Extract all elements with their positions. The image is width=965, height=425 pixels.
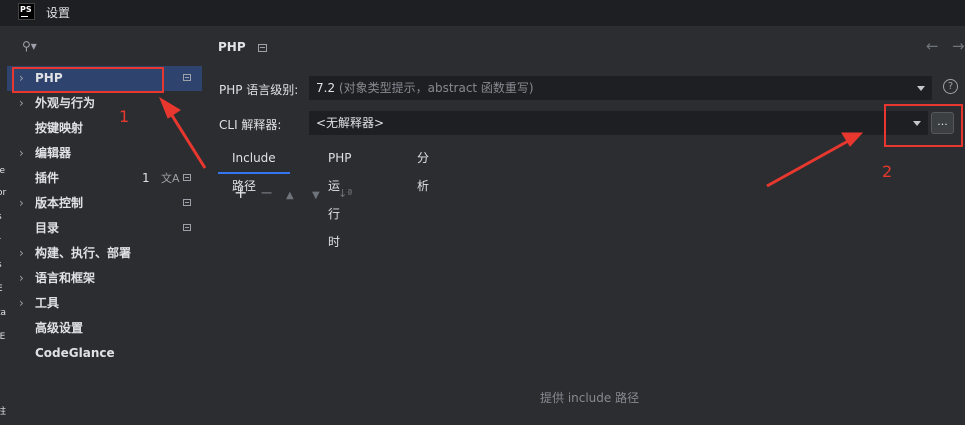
annotation-arrow-2-shaft (766, 138, 851, 188)
annotation-arrow-1-shaft (166, 108, 207, 169)
annotation-arrows (158, 96, 864, 188)
annotation-arrow-1-head (158, 96, 181, 119)
